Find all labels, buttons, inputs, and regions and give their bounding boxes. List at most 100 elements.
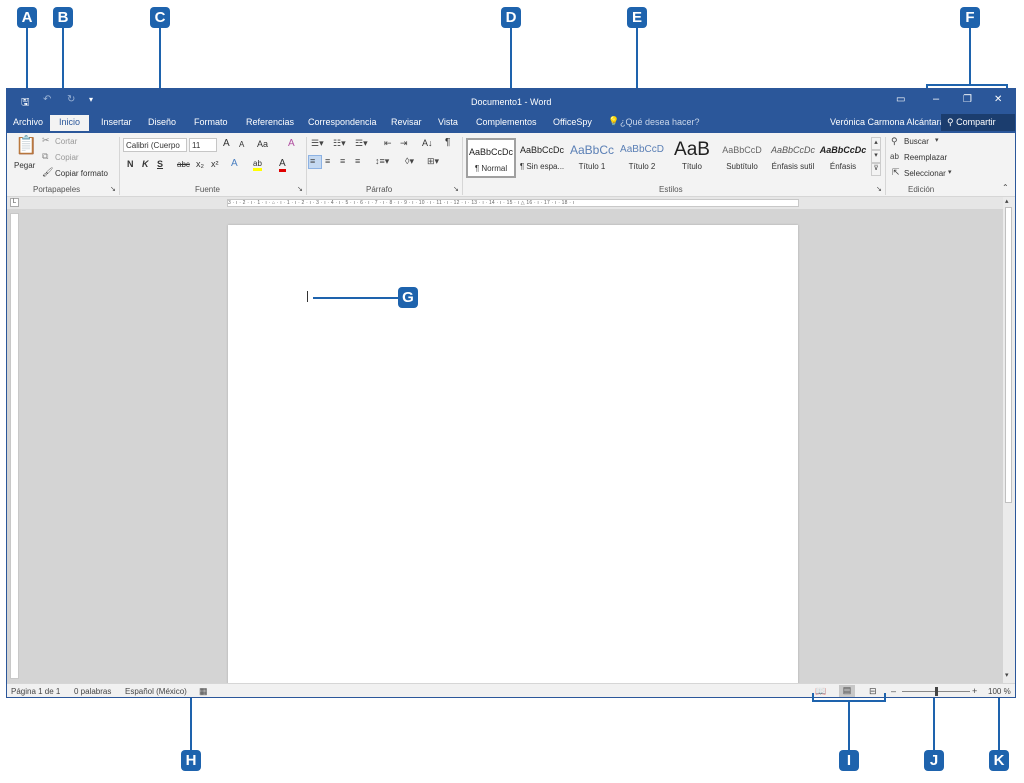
find-dropdown-icon[interactable]: ▾ <box>935 136 939 144</box>
select-dropdown-icon[interactable]: ▾ <box>948 168 952 176</box>
multilevel-list-icon[interactable]: ☲▾ <box>355 138 368 149</box>
shrink-font-button[interactable]: A <box>239 140 244 149</box>
tab-officespy[interactable]: OfficeSpy <box>553 117 592 127</box>
bold-button[interactable]: N <box>127 159 134 169</box>
redo-icon[interactable]: ↻ <box>67 94 75 105</box>
font-color-button[interactable]: A <box>279 158 286 172</box>
font-size-box[interactable]: 11 <box>189 138 217 152</box>
style-enfasis[interactable]: AaBbCcDc Énfasis <box>818 138 868 178</box>
copy-icon[interactable]: ⧉ <box>42 151 48 162</box>
strikethrough-button[interactable]: abc <box>177 160 190 169</box>
styles-scroll-down-icon[interactable]: ▾ <box>871 150 881 163</box>
align-center-icon[interactable]: ≡ <box>325 156 330 166</box>
text-effects-button[interactable]: A <box>231 158 238 169</box>
style-titulo[interactable]: AaB Título <box>667 138 717 178</box>
web-layout-icon[interactable]: ⊟ <box>869 686 877 697</box>
tell-me-box[interactable]: ¿Qué desea hacer? <box>620 117 700 127</box>
collapse-ribbon-icon[interactable]: ⌃ <box>1002 183 1009 192</box>
dialog-launcher-icon[interactable]: ↘ <box>297 185 303 193</box>
restore-icon[interactable]: ❐ <box>963 94 972 105</box>
styles-scroll-up-icon[interactable]: ▴ <box>871 137 881 150</box>
shading-icon[interactable]: ◊▾ <box>405 156 414 167</box>
zoom-in-button[interactable]: + <box>972 686 977 696</box>
tab-archivo[interactable]: Archivo <box>13 117 43 127</box>
grow-font-button[interactable]: A <box>223 138 230 149</box>
style-titulo-2[interactable]: AaBbCcD Título 2 <box>617 138 667 178</box>
format-painter-icon[interactable]: 🖌 <box>42 167 53 178</box>
copy-button[interactable]: Copiar <box>55 153 79 162</box>
tab-revisar[interactable]: Revisar <box>391 117 422 127</box>
horizontal-ruler[interactable]: 3 · ı · 2 · ı · 1 · ı · ⌂ · ı · 1 · ı · … <box>227 199 799 207</box>
ribbon-display-options-icon[interactable]: ▭ <box>896 94 905 105</box>
format-painter-button[interactable]: Copiar formato <box>55 169 108 178</box>
italic-button[interactable]: K <box>142 159 149 169</box>
word-count[interactable]: 0 palabras <box>74 687 111 696</box>
dialog-launcher-icon[interactable]: ↘ <box>876 185 882 193</box>
justify-icon[interactable]: ≡ <box>355 156 360 166</box>
clipboard-paste-icon[interactable]: 📋 <box>15 135 37 156</box>
close-icon[interactable]: ✕ <box>994 94 1002 105</box>
clear-formatting-button[interactable]: A <box>288 138 295 149</box>
bullets-icon[interactable]: ☰▾ <box>311 138 324 149</box>
styles-more-icon[interactable]: ⊽ <box>871 163 881 176</box>
tab-inicio[interactable]: Inicio <box>50 115 90 131</box>
style-enfasis-sutil[interactable]: AaBbCcDc Énfasis sutil <box>768 138 818 178</box>
save-icon[interactable]: 🖫 <box>21 95 30 112</box>
vertical-scrollbar[interactable]: ▴ ▾ <box>1003 197 1015 683</box>
document-page[interactable] <box>228 225 798 685</box>
numbering-icon[interactable]: ☷▾ <box>333 138 346 149</box>
superscript-button[interactable]: x² <box>211 159 219 169</box>
customize-qat-icon[interactable]: ▾ <box>89 95 93 104</box>
underline-button[interactable]: S <box>157 159 163 169</box>
align-right-icon[interactable]: ≡ <box>340 156 345 166</box>
print-layout-icon[interactable]: ▤ <box>839 685 855 697</box>
show-formatting-button[interactable]: ¶ <box>445 137 450 148</box>
find-button[interactable]: Buscar <box>904 137 929 146</box>
scroll-thumb[interactable] <box>1005 207 1012 503</box>
tab-diseno[interactable]: Diseño <box>148 117 176 127</box>
subscript-button[interactable]: x₂ <box>196 159 204 169</box>
macro-record-icon[interactable]: ▦ <box>199 686 208 697</box>
change-case-button[interactable]: Aa <box>257 139 268 149</box>
align-left-icon[interactable]: ≡ <box>308 155 322 169</box>
borders-icon[interactable]: ⊞▾ <box>427 156 439 167</box>
share-button[interactable]: ⚲ Compartir <box>941 114 1015 131</box>
zoom-out-button[interactable]: – <box>891 686 896 696</box>
decrease-indent-icon[interactable]: ⇤ <box>384 138 392 149</box>
language-indicator[interactable]: Español (México) <box>125 687 187 696</box>
replace-button[interactable]: Reemplazar <box>904 153 947 162</box>
select-button[interactable]: Seleccionar <box>904 169 946 178</box>
replace-icon[interactable]: ab <box>890 152 899 161</box>
dialog-launcher-icon[interactable]: ↘ <box>110 185 116 193</box>
scroll-down-icon[interactable]: ▾ <box>1005 671 1009 679</box>
search-icon[interactable]: ⚲ <box>891 136 898 147</box>
scroll-up-icon[interactable]: ▴ <box>1005 197 1009 205</box>
select-cursor-icon[interactable]: ⇱ <box>892 167 900 178</box>
undo-icon[interactable]: ↶ <box>43 94 51 105</box>
line-spacing-icon[interactable]: ↕≡▾ <box>375 156 389 167</box>
tab-vista[interactable]: Vista <box>438 117 458 127</box>
cut-icon[interactable]: ✂ <box>42 135 50 146</box>
highlight-button[interactable]: ab <box>253 159 262 171</box>
tab-insertar[interactable]: Insertar <box>101 117 132 127</box>
minimize-icon[interactable]: – <box>933 93 939 105</box>
paste-button[interactable]: Pegar <box>14 161 35 170</box>
read-mode-icon[interactable]: 📖 <box>815 686 826 697</box>
tab-referencias[interactable]: Referencias <box>246 117 294 127</box>
increase-indent-icon[interactable]: ⇥ <box>400 138 408 149</box>
font-name-box[interactable]: Calibri (Cuerpo <box>123 138 187 152</box>
style-subtitulo[interactable]: AaBbCcD Subtítulo <box>717 138 767 178</box>
style-sin-espaciado[interactable]: AaBbCcDc ¶ Sin espa... <box>517 138 567 178</box>
cut-button[interactable]: Cortar <box>55 137 77 146</box>
sort-button[interactable]: A↓ <box>422 138 433 148</box>
user-name[interactable]: Verónica Carmona Alcántara <box>830 117 945 127</box>
tab-selector-icon[interactable]: L <box>10 198 19 207</box>
vertical-ruler[interactable] <box>10 213 19 679</box>
style-titulo-1[interactable]: AaBbCc Título 1 <box>567 138 617 178</box>
dialog-launcher-icon[interactable]: ↘ <box>453 185 459 193</box>
zoom-slider-thumb[interactable] <box>935 687 938 696</box>
zoom-level[interactable]: 100 % <box>988 687 1011 696</box>
tab-correspondencia[interactable]: Correspondencia <box>308 117 377 127</box>
tab-complementos[interactable]: Complementos <box>476 117 537 127</box>
style-normal[interactable]: AaBbCcDc ¶ Normal <box>466 138 516 178</box>
